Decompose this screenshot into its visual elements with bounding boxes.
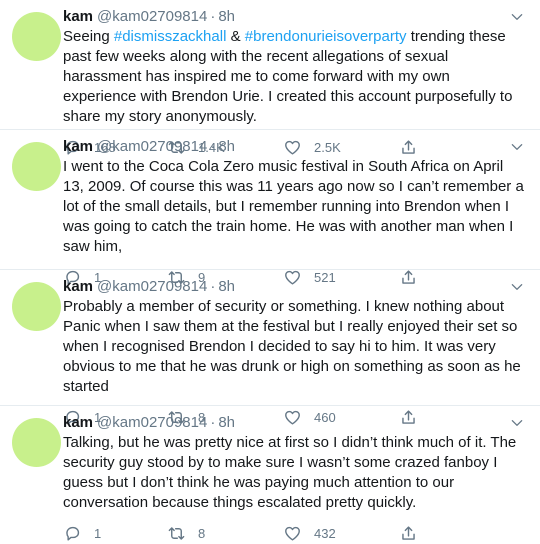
timestamp[interactable]: 8h bbox=[218, 413, 235, 433]
tweet[interactable]: kam @kam02709814 · 8h Probably a member … bbox=[0, 270, 540, 425]
tweet-text: I went to the Coca Cola Zero music festi… bbox=[63, 157, 528, 257]
reply-icon bbox=[66, 526, 80, 541]
tweet-header: kam @kam02709814 · 8h bbox=[63, 7, 528, 27]
text-segment: & bbox=[226, 28, 245, 45]
like-button[interactable]: 432 bbox=[283, 524, 399, 543]
tweet-header: kam @kam02709814 · 8h bbox=[63, 137, 528, 157]
text-segment: Talking, but he was pretty nice at first… bbox=[63, 434, 517, 511]
user-handle[interactable]: @kam02709814 bbox=[97, 413, 207, 433]
tweet-text: Probably a member of security or somethi… bbox=[63, 297, 528, 397]
chevron-down-icon[interactable] bbox=[510, 280, 524, 294]
tweet-text: Seeing #dismisszackhall & #brendonurieis… bbox=[63, 27, 528, 127]
timeline: kam @kam02709814 · 8h Seeing #dismisszac… bbox=[0, 0, 540, 542]
tweet-header: kam @kam02709814 · 8h bbox=[63, 413, 528, 433]
text-segment: Seeing bbox=[63, 28, 114, 45]
tweet[interactable]: kam @kam02709814 · 8h Talking, but he wa… bbox=[0, 406, 540, 542]
avatar[interactable] bbox=[12, 142, 61, 191]
user-handle[interactable]: @kam02709814 bbox=[97, 277, 207, 297]
text-segment: I went to the Coca Cola Zero music festi… bbox=[63, 158, 524, 255]
avatar[interactable] bbox=[12, 418, 61, 467]
display-name[interactable]: kam bbox=[63, 413, 93, 433]
timestamp[interactable]: 8h bbox=[218, 277, 235, 297]
display-name[interactable]: kam bbox=[63, 277, 93, 297]
timestamp[interactable]: 8h bbox=[218, 137, 235, 157]
separator-dot: · bbox=[210, 278, 216, 295]
retweet-button[interactable]: 8 bbox=[167, 524, 283, 543]
tweet-header: kam @kam02709814 · 8h bbox=[63, 277, 528, 297]
chevron-down-icon[interactable] bbox=[510, 416, 524, 430]
separator-dot: · bbox=[210, 138, 216, 155]
like-count: 432 bbox=[314, 525, 336, 541]
tweet[interactable]: kam @kam02709814 · 8h I went to the Coca… bbox=[0, 130, 540, 285]
separator-dot: · bbox=[210, 8, 216, 25]
hashtag-link[interactable]: #brendonurieisoverparty bbox=[245, 28, 407, 45]
separator-dot: · bbox=[210, 414, 216, 431]
avatar[interactable] bbox=[12, 282, 61, 331]
display-name[interactable]: kam bbox=[63, 7, 93, 27]
hashtag-link[interactable]: #dismisszackhall bbox=[114, 28, 227, 45]
reply-count: 1 bbox=[94, 525, 102, 541]
user-handle[interactable]: @kam02709814 bbox=[97, 137, 207, 157]
chevron-down-icon[interactable] bbox=[510, 140, 524, 154]
heart-icon bbox=[285, 526, 300, 541]
tweet-text: Talking, but he was pretty nice at first… bbox=[63, 433, 528, 513]
display-name[interactable]: kam bbox=[63, 137, 93, 157]
share-icon bbox=[402, 525, 415, 540]
timestamp[interactable]: 8h bbox=[218, 7, 235, 27]
tweet[interactable]: kam @kam02709814 · 8h Seeing #dismisszac… bbox=[0, 0, 540, 155]
action-bar: 1 8 432 bbox=[63, 522, 528, 544]
reply-button[interactable]: 1 bbox=[63, 524, 167, 543]
user-handle[interactable]: @kam02709814 bbox=[97, 7, 207, 27]
text-segment: Probably a member of security or somethi… bbox=[63, 298, 521, 395]
chevron-down-icon[interactable] bbox=[510, 10, 524, 24]
avatar[interactable] bbox=[12, 12, 61, 61]
retweet-icon bbox=[168, 526, 185, 540]
share-button[interactable] bbox=[399, 524, 418, 543]
retweet-count: 8 bbox=[198, 525, 206, 541]
